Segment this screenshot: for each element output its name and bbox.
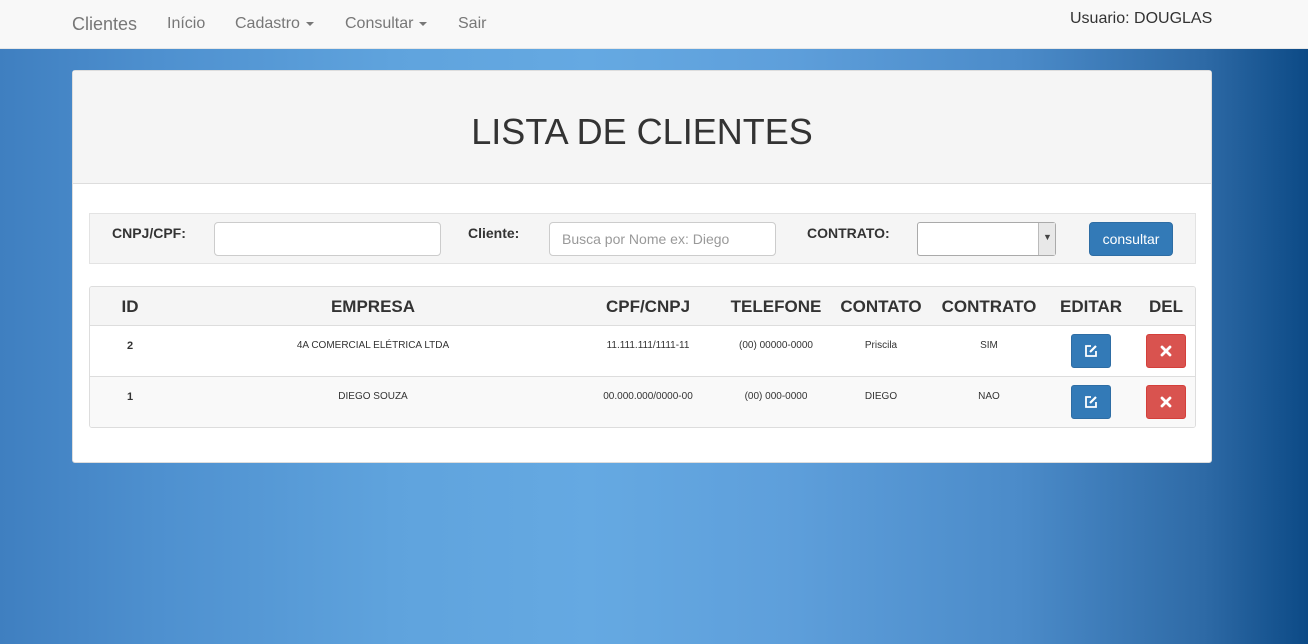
contrato-label: CONTRATO: [807, 225, 890, 241]
caret-down-icon [419, 21, 428, 26]
nav-cadastro[interactable]: Cadastro [235, 15, 314, 33]
navbar: Clientes Início Cadastro Consultar Sair … [0, 0, 1308, 49]
user-label: Usuario: DOUGLAS [1070, 10, 1213, 27]
cell-contato: DIEGO [864, 391, 898, 402]
consultar-button[interactable]: consultar [1089, 222, 1173, 256]
delete-button[interactable] [1146, 334, 1186, 368]
cell-contato: Priscila [864, 340, 898, 351]
cliente-search-input[interactable] [549, 222, 776, 256]
delete-button[interactable] [1146, 385, 1186, 419]
nav-cadastro-label: Cadastro [235, 15, 300, 32]
page-title: LISTA DE CLIENTES [471, 111, 813, 152]
clients-table: ID EMPRESA CPF/CNPJ TELEFONE CONTATO CON… [89, 286, 1196, 428]
edit-button[interactable] [1071, 385, 1111, 419]
close-icon [1160, 396, 1172, 408]
col-header-cpf: CPF/CNPJ [605, 297, 691, 316]
edit-button[interactable] [1071, 334, 1111, 368]
cell-contrato: NAO [978, 391, 1000, 402]
contrato-select[interactable]: ▼ [917, 222, 1056, 256]
caret-down-icon [305, 21, 314, 26]
table-header: ID EMPRESA CPF/CNPJ TELEFONE CONTATO CON… [90, 287, 1195, 326]
filter-bar: CNPJ/CPF: Cliente: CONTRATO: ▼ consultar [89, 213, 1196, 264]
clients-panel: LISTA DE CLIENTES CNPJ/CPF: Cliente: CON… [72, 70, 1212, 463]
cell-telefone: (00) 000-0000 [744, 391, 808, 402]
edit-icon [1085, 345, 1097, 357]
cell-contrato: SIM [980, 340, 998, 351]
table-row: 1 DIEGO SOUZA 00.000.000/0000-00 (00) 00… [90, 377, 1195, 427]
cell-telefone: (00) 00000-0000 [739, 340, 813, 351]
cell-empresa: 4A COMERCIAL ELÉTRICA LTDA [296, 340, 450, 351]
cnpj-input[interactable] [214, 222, 441, 256]
chevron-down-icon: ▼ [1043, 232, 1052, 242]
cell-id: 1 [126, 391, 134, 403]
cell-id: 2 [126, 340, 134, 352]
col-header-contato: CONTATO [840, 297, 922, 316]
close-icon [1160, 345, 1172, 357]
col-header-empresa: EMPRESA [330, 297, 416, 316]
table-row: 2 4A COMERCIAL ELÉTRICA LTDA 11.111.111/… [90, 326, 1195, 377]
panel-heading: LISTA DE CLIENTES [73, 71, 1211, 184]
col-header-contrato: CONTRATO [941, 297, 1037, 316]
nav-consultar-label: Consultar [345, 15, 414, 32]
nav-consultar[interactable]: Consultar [345, 15, 428, 33]
cliente-label: Cliente: [468, 225, 520, 241]
col-header-id: ID [121, 297, 139, 316]
col-header-editar: EDITAR [1059, 297, 1123, 316]
cell-cpf: 11.111.111/1111-11 [606, 340, 690, 351]
edit-icon [1085, 396, 1097, 408]
select-arrow: ▼ [1038, 223, 1055, 255]
nav-inicio[interactable]: Início [167, 15, 205, 33]
col-header-telefone: TELEFONE [730, 297, 822, 316]
cell-cpf: 00.000.000/0000-00 [603, 391, 693, 402]
cnpj-label: CNPJ/CPF: [112, 225, 186, 241]
brand-link[interactable]: Clientes [72, 14, 137, 35]
cell-empresa: DIEGO SOUZA [338, 391, 408, 402]
col-header-del: DEL [1149, 297, 1183, 316]
nav-sair[interactable]: Sair [458, 15, 486, 33]
